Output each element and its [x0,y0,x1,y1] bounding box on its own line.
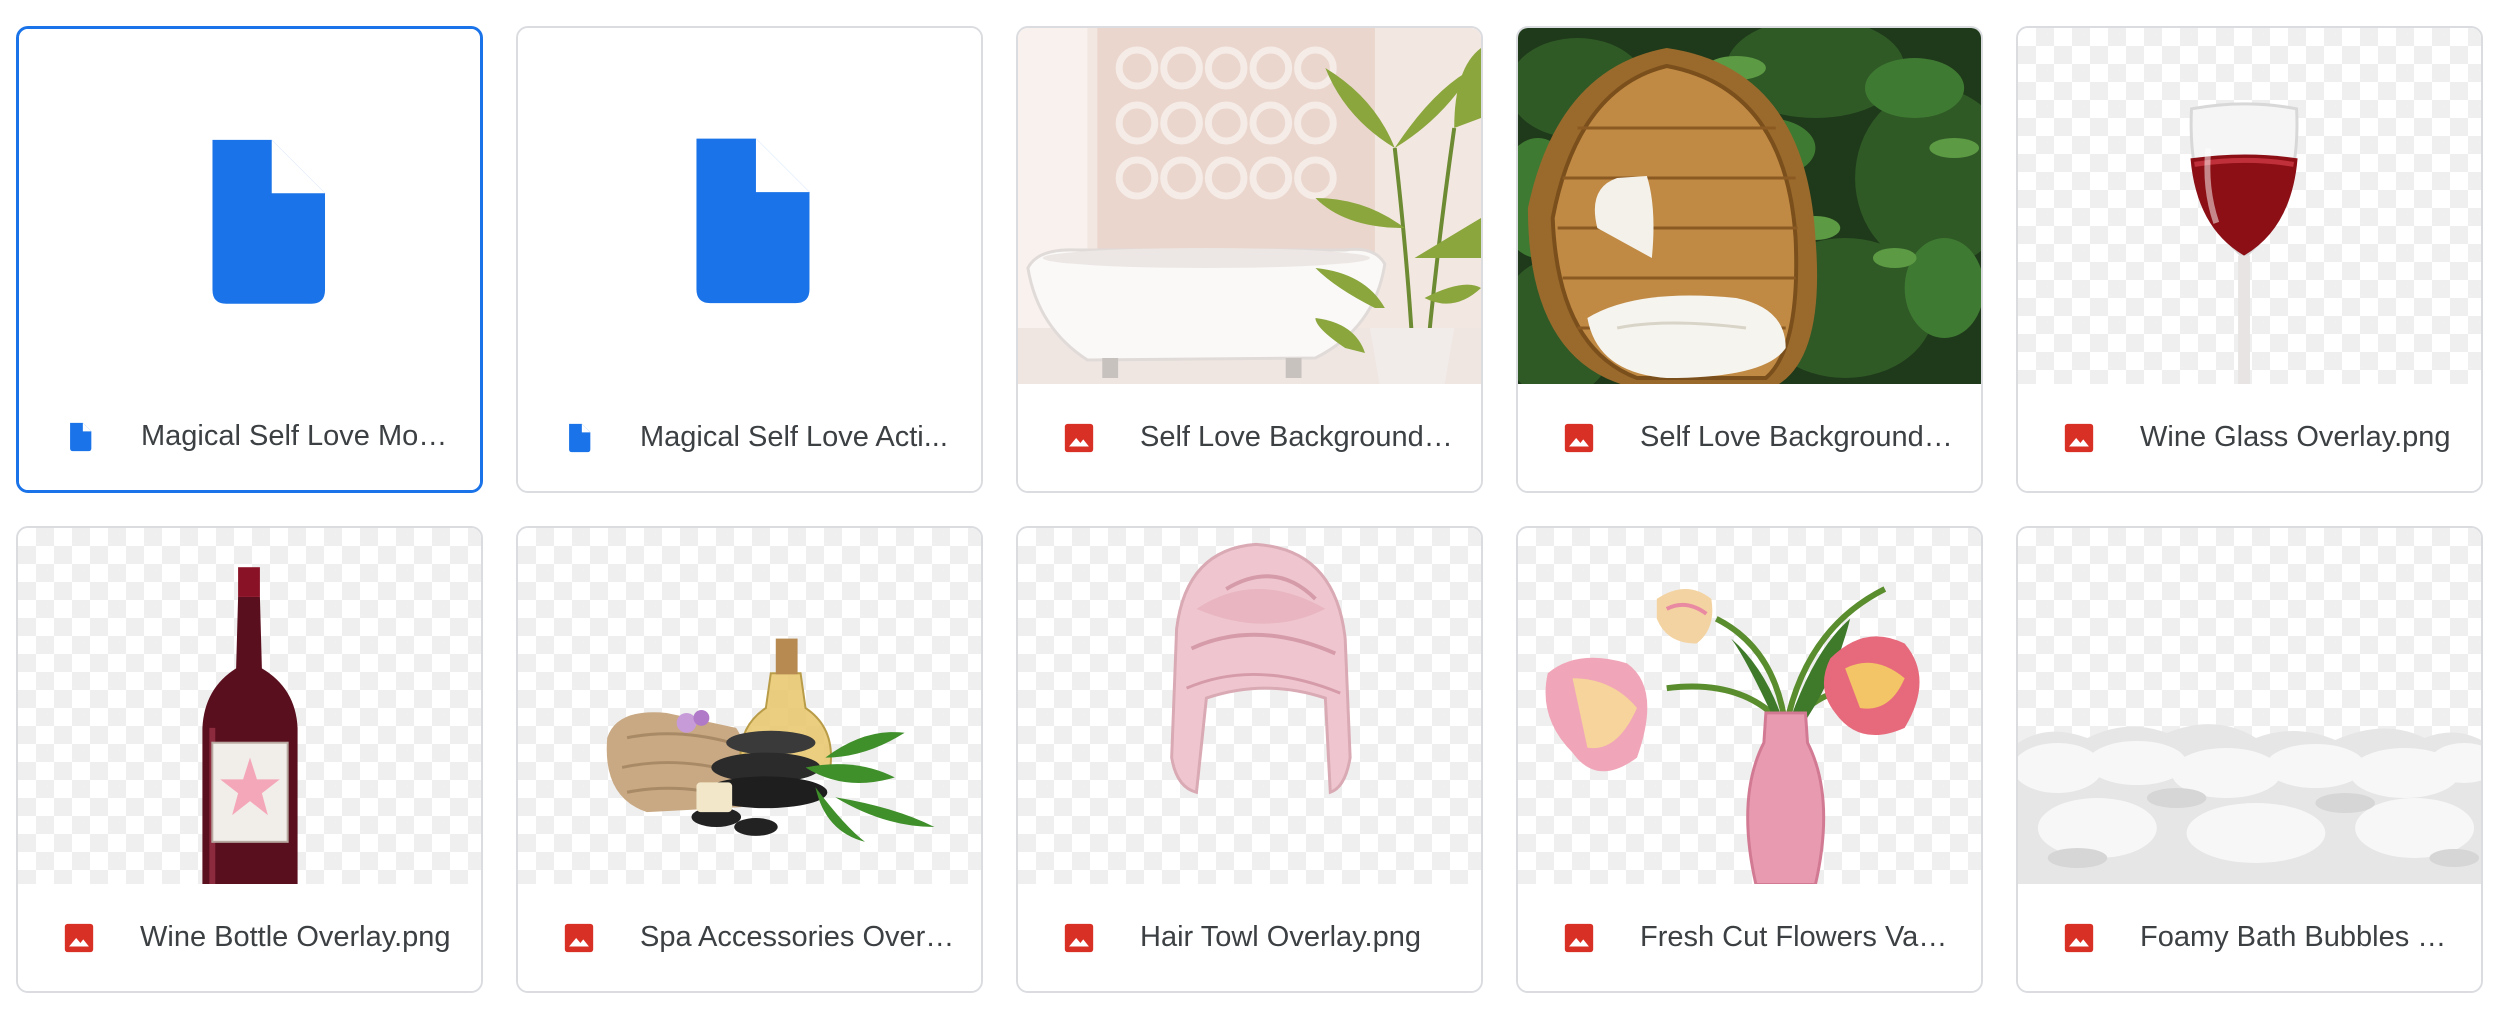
file-card-footer: Self Love Background ... [1518,384,1981,491]
file-preview [2018,28,2481,386]
doc-large-icon [212,139,326,304]
file-card-footer: Magical Self Love Mon... [19,383,480,490]
file-name: Self Love Background ... [1140,421,1455,453]
spa-accessories-image [606,638,935,842]
image-file-icon [1564,423,1594,452]
file-preview [518,28,981,386]
file-preview [18,528,481,886]
file-preview [518,528,981,886]
file-card-footer: Self Love Background ... [1018,384,1481,491]
file-name: Self Love Background ... [1640,421,1955,453]
file-card-magical-self-love-mon[interactable]: Magical Self Love Mon... [16,26,483,493]
file-grid: Magical Self Love Mon... Magical Self Lo… [16,26,2483,993]
file-card-wine-bottle-overlay[interactable]: Wine Bottle Overlay.png [16,526,483,993]
file-card-self-love-background-1[interactable]: Self Love Background ... [1016,26,1483,493]
image-file-icon [64,923,94,952]
image-file-icon [2064,923,2094,952]
doc-file-icon [569,423,591,452]
file-card-magical-self-love-acti[interactable]: Magical Self Love Acti... [516,26,983,493]
tulip-vase-image [1545,586,1920,886]
doc-large-icon [696,138,810,304]
file-card-footer: Wine Glass Overlay.png [2018,384,2481,491]
file-card-footer: Foamy Bath Bubbles O... [2018,884,2481,991]
wine-bottle-image [202,567,298,885]
file-card-foamy-bath-bubbles[interactable]: Foamy Bath Bubbles O... [2016,526,2483,993]
file-name: Magical Self Love Mon... [141,420,456,452]
file-preview [1518,28,1981,386]
file-name: Wine Glass Overlay.png [2140,421,2451,453]
file-card-wine-glass-overlay[interactable]: Wine Glass Overlay.png [2016,26,2483,493]
bath-foam-image [2018,724,2481,886]
file-name: Wine Bottle Overlay.png [140,921,451,953]
file-name: Hair Towl Overlay.png [1140,921,1421,953]
file-preview [2018,528,2481,886]
file-card-spa-accessories-overlay[interactable]: Spa Accessories Overl... [516,526,983,993]
doc-file-icon [70,422,92,451]
file-name: Foamy Bath Bubbles O... [2140,921,2455,953]
file-card-fresh-cut-flowers-vase[interactable]: Fresh Cut Flowers Vas... [1516,526,1983,993]
wine-glass-image [2189,102,2299,385]
file-card-footer: Fresh Cut Flowers Vas... [1518,884,1981,991]
image-file-icon [564,923,594,952]
hair-towel-image [1170,542,1352,795]
image-file-icon [2064,423,2094,452]
image-file-icon [1064,423,1094,452]
file-preview [19,29,480,387]
image-file-icon [1564,923,1594,952]
file-name: Fresh Cut Flowers Vas... [1640,921,1955,953]
file-card-footer: Hair Towl Overlay.png [1018,884,1481,991]
hanging-chair-photo [1518,28,1981,386]
file-card-footer: Wine Bottle Overlay.png [18,884,481,991]
file-preview [1018,28,1481,386]
file-card-hair-towl-overlay[interactable]: Hair Towl Overlay.png [1016,526,1483,993]
file-card-footer: Magical Self Love Acti... [518,384,981,491]
file-name: Magical Self Love Acti... [640,421,948,453]
file-preview [1018,528,1481,886]
file-preview [1518,528,1981,886]
bathtub-photo [1018,28,1481,386]
image-file-icon [1064,923,1094,952]
file-card-footer: Spa Accessories Overl... [518,884,981,991]
file-card-self-love-background-2[interactable]: Self Love Background ... [1516,26,1983,493]
file-name: Spa Accessories Overl... [640,921,955,953]
